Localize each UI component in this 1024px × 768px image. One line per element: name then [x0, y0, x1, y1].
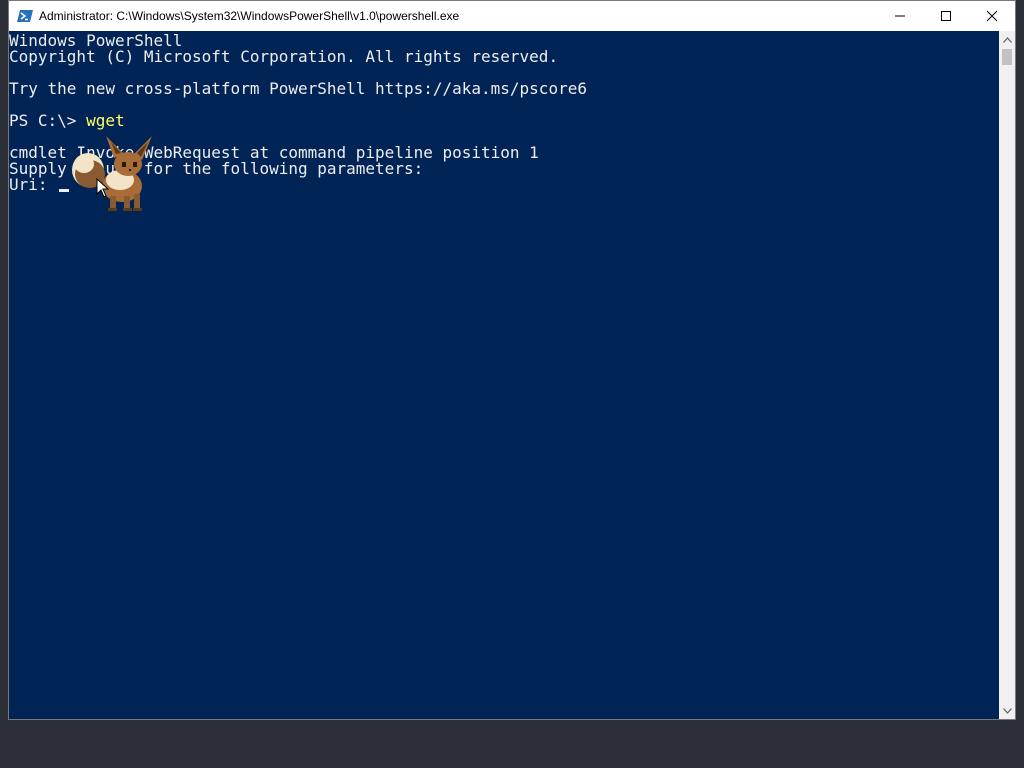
- window-title: Administrator: C:\Windows\System32\Windo…: [39, 9, 460, 23]
- eevee-desktop-pet[interactable]: [70, 134, 160, 214]
- prompt-line: PS C:\> wget: [9, 113, 1000, 129]
- minimize-icon: [895, 15, 905, 17]
- vertical-scrollbar[interactable]: [999, 31, 1015, 719]
- window-controls: [877, 1, 1015, 31]
- scroll-thumb[interactable]: [1002, 49, 1012, 65]
- chevron-up-icon: [1002, 36, 1012, 43]
- command-text: wget: [86, 111, 125, 130]
- maximize-icon: [941, 11, 951, 21]
- uri-label: Uri:: [9, 175, 58, 194]
- maximize-button[interactable]: [923, 1, 969, 31]
- scroll-up-button[interactable]: [999, 31, 1015, 48]
- text-cursor: [59, 189, 70, 192]
- arrow-cursor-icon: [96, 178, 109, 198]
- scroll-down-button[interactable]: [999, 702, 1015, 719]
- chevron-down-icon: [1002, 707, 1012, 714]
- prompt-text: PS C:\>: [9, 111, 87, 130]
- console-line: Try the new cross-platform PowerShell ht…: [9, 79, 587, 98]
- powershell-window: Administrator: C:\Windows\System32\Windo…: [8, 0, 1016, 720]
- powershell-icon: [17, 8, 33, 24]
- close-button[interactable]: [969, 1, 1015, 31]
- close-icon: [987, 11, 997, 21]
- console-line: Copyright (C) Microsoft Corporation. All…: [9, 47, 559, 66]
- title-bar[interactable]: Administrator: C:\Windows\System32\Windo…: [9, 1, 1015, 31]
- minimize-button[interactable]: [877, 1, 923, 31]
